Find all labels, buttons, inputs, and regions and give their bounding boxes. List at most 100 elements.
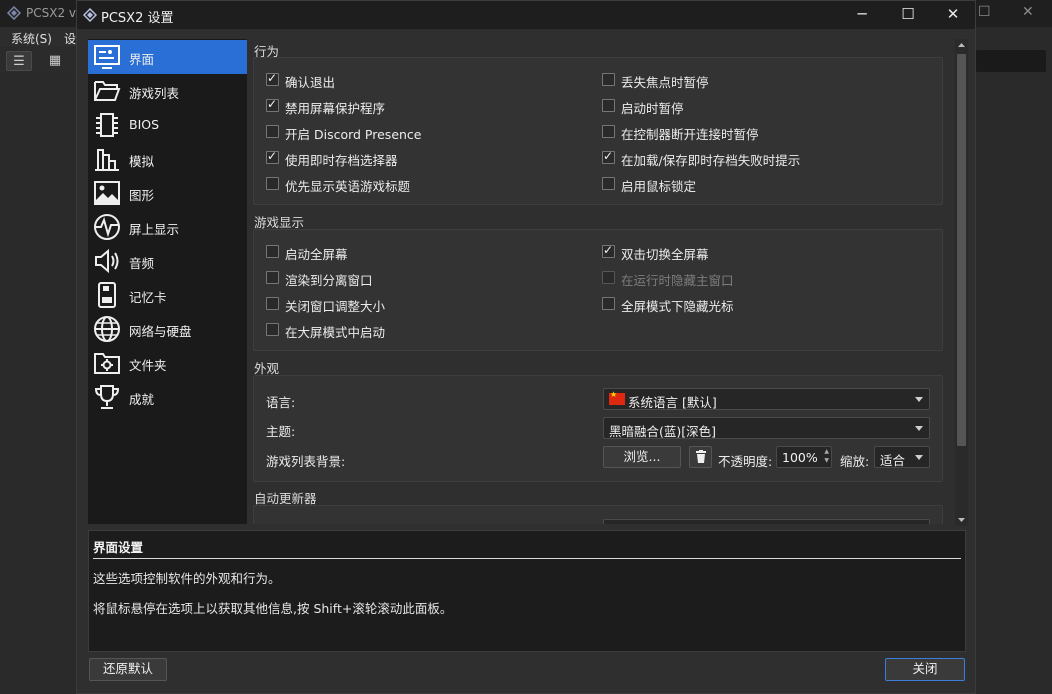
- chip-icon: [92, 111, 122, 139]
- checkbox-box[interactable]: [266, 177, 279, 190]
- checkbox-label: 优先显示英语游戏标题: [285, 179, 411, 194]
- sidebar-item-label: BIOS: [129, 117, 160, 132]
- checkbox-box[interactable]: [602, 149, 615, 164]
- help-panel: 界面设置 这些选项控制软件的外观和行为。 将鼠标悬停在选项上以获取其他信息,按 …: [88, 530, 966, 652]
- checkbox-label: 在大屏模式中启动: [285, 325, 386, 340]
- folder-open-icon: [92, 77, 122, 105]
- sidebar-item-label: 屏上显示: [129, 222, 180, 237]
- dialog-title: PCSX2 设置: [101, 11, 174, 26]
- checkbox-box[interactable]: [266, 323, 279, 336]
- main-close-icon[interactable]: ✕: [1022, 4, 1034, 20]
- opacity-spinbox[interactable]: 100% ▲ ▼: [776, 446, 832, 468]
- checkbox-box[interactable]: [266, 297, 279, 310]
- settings-sidebar: 界面 游戏列表 BIOS 模拟 图形 屏上显示 音频 记忆卡 网络与硬盘 文件夹…: [88, 39, 247, 524]
- speaker-icon: [92, 247, 122, 275]
- sidebar-item-achievements[interactable]: 成就: [88, 380, 247, 414]
- auto-updater-group: [253, 505, 943, 524]
- scroll-up-icon[interactable]: [955, 39, 968, 52]
- help-divider: [93, 558, 961, 559]
- checkbox-box[interactable]: [602, 297, 615, 310]
- checkbox-label: 启动时暂停: [621, 101, 684, 116]
- dialog-titlebar: PCSX2 设置 ─ ☐ ✕: [77, 1, 975, 29]
- trash-icon: [695, 450, 706, 463]
- grid-view-icon[interactable]: ▦: [42, 51, 68, 71]
- list-view-icon[interactable]: ☰: [6, 51, 32, 71]
- sidebar-item-game-list[interactable]: 游戏列表: [88, 74, 247, 108]
- maximize-icon: ☐: [901, 5, 915, 23]
- help-text-line-2: 将鼠标悬停在选项上以获取其他信息,按 Shift+滚轮滚动此面板。: [93, 601, 453, 616]
- checkbox-box[interactable]: [602, 243, 615, 258]
- delete-background-button[interactable]: [689, 446, 712, 468]
- sidebar-item-emulation[interactable]: 模拟: [88, 142, 247, 176]
- chevron-down-icon: [915, 455, 923, 460]
- close-button[interactable]: 关闭: [885, 658, 965, 681]
- language-select[interactable]: 系统语言 [默认]: [603, 388, 930, 410]
- menu-system[interactable]: 系统(S): [11, 30, 52, 47]
- help-text-line-1: 这些选项控制软件的外观和行为。: [93, 571, 281, 586]
- appearance-group: 语言: 系统语言 [默认] 主题: 黑暗融合(蓝)[深色] 游戏列表背景: 浏览…: [253, 375, 943, 482]
- scroll-down-icon[interactable]: [955, 513, 968, 526]
- theme-value: 黑暗融合(蓝)[深色]: [609, 424, 717, 439]
- spin-up-icon[interactable]: ▲: [824, 448, 829, 455]
- opacity-value: 100%: [782, 450, 818, 465]
- sidebar-item-audio[interactable]: 音频: [88, 244, 247, 278]
- settings-dialog: PCSX2 设置 ─ ☐ ✕ 界面 游戏列表 BIOS 模拟 图形 屏上显示 音…: [76, 0, 976, 694]
- main-maximize-icon[interactable]: ☐: [978, 4, 991, 20]
- pulse-icon: [92, 213, 122, 241]
- memory-card-icon: [92, 281, 122, 309]
- sidebar-item-graphics[interactable]: 图形: [88, 176, 247, 210]
- checkbox-label: 开启 Discord Presence: [285, 127, 422, 142]
- close-icon: ✕: [946, 5, 960, 23]
- main-search-input[interactable]: [976, 50, 1046, 72]
- theme-select[interactable]: 黑暗融合(蓝)[深色]: [603, 417, 930, 439]
- checkbox-box[interactable]: [266, 125, 279, 138]
- checkbox-label: 确认退出: [285, 75, 336, 90]
- checkbox-label: 渲染到分离窗口: [285, 273, 373, 288]
- browse-button[interactable]: 浏览...: [603, 446, 681, 468]
- checkbox-box[interactable]: [266, 97, 279, 112]
- update-channel-select[interactable]: [603, 519, 930, 524]
- sidebar-item-bios[interactable]: BIOS: [88, 108, 247, 142]
- restore-defaults-button[interactable]: 还原默认: [89, 658, 167, 681]
- checkbox-box[interactable]: [266, 271, 279, 284]
- settings-content: 行为 确认退出 禁用屏幕保护程序 开启 Discord Presence 使用即…: [253, 39, 956, 524]
- checkbox-label: 在运行时隐藏主窗口: [621, 273, 734, 288]
- scale-select[interactable]: 适合: [874, 446, 930, 468]
- checkbox-box[interactable]: [266, 71, 279, 86]
- sidebar-item-osd[interactable]: 屏上显示: [88, 210, 247, 244]
- close-window-button[interactable]: ✕: [930, 1, 976, 29]
- china-flag-icon: [609, 390, 625, 405]
- checkbox-box[interactable]: [602, 125, 615, 138]
- checkbox-box[interactable]: [266, 245, 279, 258]
- menu-settings[interactable]: 设: [64, 30, 76, 47]
- behavior-group: 确认退出 禁用屏幕保护程序 开启 Discord Presence 使用即时存档…: [253, 57, 943, 205]
- pcsx2-logo-icon: [6, 5, 22, 21]
- checkbox-label: 在控制器断开连接时暂停: [621, 127, 759, 142]
- sidebar-item-interface[interactable]: 界面: [88, 40, 247, 74]
- sidebar-item-network[interactable]: 网络与硬盘: [88, 312, 247, 346]
- checkbox-box[interactable]: [602, 177, 615, 190]
- checkbox-box[interactable]: [602, 73, 615, 86]
- main-window-controls: ☐ ✕: [968, 0, 1052, 27]
- sidebar-item-label: 游戏列表: [129, 86, 180, 101]
- trophy-icon: [92, 383, 122, 411]
- sidebar-item-label: 界面: [129, 52, 155, 67]
- scroll-thumb[interactable]: [957, 54, 966, 446]
- maximize-button[interactable]: ☐: [885, 1, 931, 29]
- checkbox-label: 全屏模式下隐藏光标: [621, 299, 734, 314]
- chevron-down-icon: [915, 397, 923, 402]
- spin-down-icon[interactable]: ▼: [824, 457, 829, 464]
- sidebar-item-memory-card[interactable]: 记忆卡: [88, 278, 247, 312]
- opacity-label: 不透明度:: [718, 454, 773, 469]
- folder-settings-icon: [92, 349, 122, 377]
- sidebar-item-folders[interactable]: 文件夹: [88, 346, 247, 380]
- sidebar-item-label: 网络与硬盘: [129, 324, 192, 339]
- sidebar-item-label: 文件夹: [129, 358, 167, 373]
- checkbox-label: 使用即时存档选择器: [285, 153, 398, 168]
- minimize-button[interactable]: ─: [839, 1, 885, 29]
- checkbox-box[interactable]: [602, 99, 615, 112]
- language-label: 语言:: [266, 395, 296, 410]
- checkbox-box[interactable]: [266, 149, 279, 164]
- content-scrollbar[interactable]: [955, 39, 968, 526]
- checkbox-label: 禁用屏幕保护程序: [285, 101, 386, 116]
